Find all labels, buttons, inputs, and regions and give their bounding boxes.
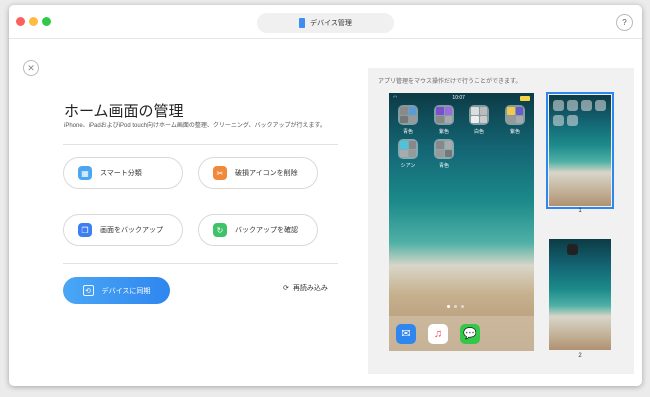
sync-label: デバイスに同期: [101, 287, 151, 295]
folder-icon: [553, 100, 564, 111]
folder-label: 紫色: [509, 129, 520, 135]
folder-icon: [567, 115, 578, 126]
folder-icon[interactable]: [398, 139, 418, 159]
folder-icon: [553, 115, 564, 126]
remove-broken-label: 破損アイコンを削除: [235, 170, 298, 177]
folder-icon[interactable]: [434, 139, 454, 159]
close-icon[interactable]: ✕: [23, 60, 39, 76]
phone-icon: [299, 18, 306, 28]
zoom-window-button[interactable]: [42, 17, 51, 26]
app-window: デバイス管理 ? ✕ ホーム画面の管理 iPhone、iPadおよびiPod t…: [9, 5, 642, 386]
smart-sort-button[interactable]: ▦ スマート分類: [63, 157, 183, 189]
folder-icon: [567, 100, 578, 111]
home-screen-preview[interactable]: ◠ 10:07 青色 紫色 白色 紫色 シアン 青色 ✉ ♫ 💬: [389, 93, 534, 351]
remove-broken-icons-button[interactable]: ✂ 破損アイコンを削除: [198, 157, 318, 189]
divider-top: [63, 144, 338, 145]
refresh-icon: ⟳: [283, 285, 289, 292]
close-window-button[interactable]: [16, 17, 25, 26]
status-time: 10:07: [452, 95, 465, 101]
help-button[interactable]: ?: [616, 14, 633, 31]
device-title-pill[interactable]: デバイス管理: [257, 13, 394, 33]
folder-icon[interactable]: [398, 105, 418, 125]
backup-screen-label: 画面をバックアップ: [100, 227, 163, 234]
folder-label: 白色: [473, 129, 484, 135]
page-thumbnail-2[interactable]: [549, 239, 611, 350]
messages-icon[interactable]: 💬: [460, 323, 480, 344]
backup-icon: ❐: [78, 223, 92, 237]
page-dot: [454, 305, 457, 308]
music-icon[interactable]: ♫: [428, 323, 448, 344]
page-dot: [447, 305, 450, 308]
check-backup-button[interactable]: ↻ バックアップを確認: [198, 214, 318, 246]
folder-icon[interactable]: [434, 105, 454, 125]
page-thumbnail-1[interactable]: [546, 92, 614, 209]
preview-panel: アプリ管理をマウス操作だけで行うことができます。 ◠ 10:07 青色 紫色 白…: [368, 68, 634, 374]
smart-sort-label: スマート分類: [100, 170, 142, 177]
sync-icon: ⟲: [82, 285, 94, 296]
minimize-window-button[interactable]: [29, 17, 38, 26]
window-title: デバイス管理: [310, 20, 352, 27]
reload-label: 再読み込み: [292, 285, 328, 292]
wifi-icon: ◠: [393, 95, 398, 101]
page-number-1: 1: [578, 208, 582, 214]
status-bar: ◠ 10:07: [389, 93, 534, 103]
mail-icon[interactable]: ✉: [396, 323, 416, 344]
app-icon: [567, 244, 578, 255]
battery-icon: [519, 95, 530, 101]
page-title: ホーム画面の管理: [64, 103, 184, 120]
reload-button[interactable]: ⟳ 再読み込み: [283, 283, 328, 293]
page-number-2: 2: [578, 353, 582, 359]
sync-to-device-button[interactable]: ⟲ デバイスに同期: [63, 277, 170, 304]
page-dots: [447, 305, 464, 308]
titlebar: デバイス管理 ?: [9, 5, 642, 39]
folder-icon[interactable]: [469, 105, 489, 125]
folder-label: 青色: [402, 129, 413, 135]
page-dot: [461, 305, 464, 308]
preview-hint: アプリ管理をマウス操作だけで行うことができます。: [378, 79, 522, 85]
broken-icon: ✂: [213, 166, 227, 180]
page-description: iPhone、iPadおよびiPod touch向けホーム画面の整理、クリーニン…: [64, 123, 326, 129]
folder-icon[interactable]: [505, 105, 525, 125]
check-backup-label: バックアップを確認: [235, 227, 298, 234]
folder-icon: [581, 100, 592, 111]
divider-bottom: [63, 263, 338, 264]
folder-label: 青色: [438, 163, 449, 169]
backup-screen-button[interactable]: ❐ 画面をバックアップ: [63, 214, 183, 246]
folder-label: シアン: [400, 163, 416, 169]
folder-icon: [595, 100, 606, 111]
check-icon: ↻: [213, 223, 227, 237]
folder-label: 紫色: [438, 129, 449, 135]
dock: ✉ ♫ 💬: [389, 316, 534, 351]
grid-icon: ▦: [78, 166, 92, 180]
